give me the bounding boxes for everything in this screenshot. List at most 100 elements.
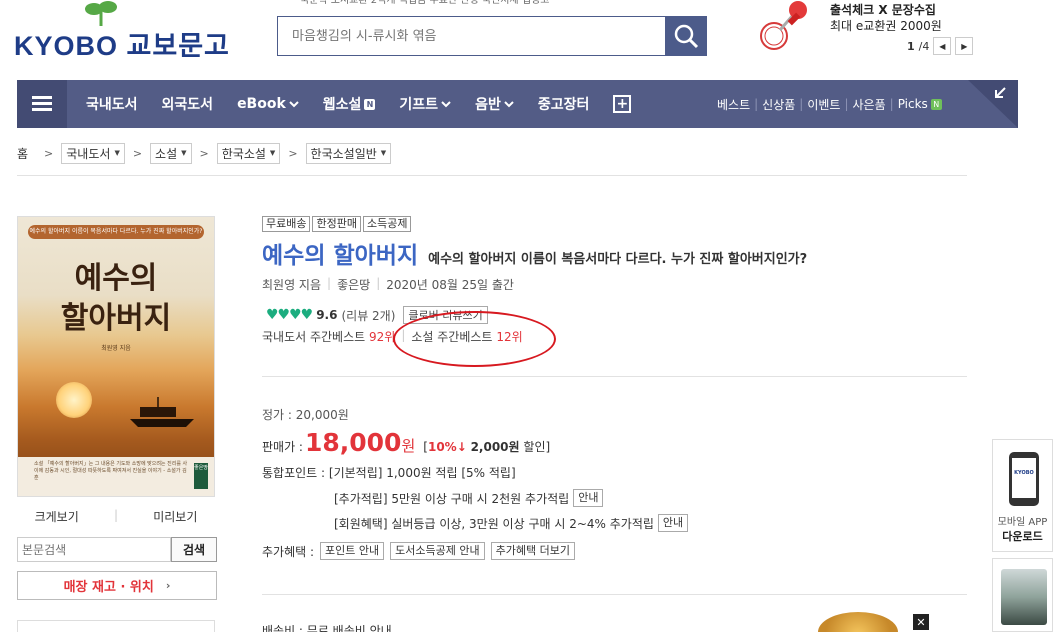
close-icon: ✕ (916, 615, 926, 629)
breadcrumb-dropdown-general[interactable]: 한국소설일반 ▼ (305, 142, 392, 164)
stamp-icon[interactable] (758, 0, 814, 52)
kyobo-logo[interactable]: KYOBO 교보문고 (14, 0, 229, 61)
heart-rating-icon: ♥♥♥♥ (266, 307, 313, 323)
rating-score: 9.6 (316, 308, 338, 322)
cover-view-links: 크게보기 | 미리보기 (34, 508, 198, 525)
chevron-right-icon: › (165, 579, 171, 592)
breadcrumb-dropdown-domestic[interactable]: 국내도서 ▼ (61, 142, 125, 164)
app-download-label: 모바일 APP 다운로드 (997, 517, 1048, 543)
search-button[interactable] (665, 16, 707, 56)
inbook-search-button[interactable]: 검색 (171, 537, 217, 562)
breadcrumb-home[interactable]: 홈 (17, 145, 28, 162)
mobile-app-download[interactable]: KYOBO 모바일 APP 다운로드 (992, 439, 1053, 552)
menu-button[interactable] (17, 80, 67, 128)
points-basic: [기본적립] 1,000원 적립 [5% 적립] (328, 466, 516, 480)
arrow-collapse-icon (995, 87, 1006, 98)
new-badge: N (930, 98, 942, 110)
top-links[interactable]: 국문학 도서교환 2억개 적립금 무료반 안정 국민처세 법칭고 (300, 0, 720, 8)
pub-date: 2020년 08월 25일 출간 (386, 278, 514, 292)
close-banner-button[interactable]: ✕ (913, 614, 929, 630)
cover-author: 최원영 지음 (101, 345, 131, 352)
points-member-info-button[interactable]: 안내 (657, 514, 689, 532)
nav-item-foreign-books[interactable]: 외국도서 (150, 94, 226, 114)
nav-link-new[interactable]: 신상품 (762, 96, 795, 113)
more-benefits-button[interactable]: 추가혜택 더보기 (490, 542, 575, 560)
pager-prev-button[interactable]: ◀ (933, 37, 952, 55)
leaf-logo-icon (85, 1, 117, 26)
breadcrumb-dropdown-korean-novel[interactable]: 한국소설 ▼ (216, 142, 281, 164)
promo-banner[interactable]: 출석체크 X 문장수집 최대 e교환권 2000원 (830, 2, 970, 34)
publisher-link[interactable]: 좋은땅 (337, 276, 370, 293)
nav-item-used-market[interactable]: 중고장터 (526, 94, 602, 114)
nav-item-gift[interactable]: 기프트 (387, 94, 463, 114)
cover-title: 예수의 할아버지 (60, 261, 172, 336)
tag-limited: 한정판매 (312, 216, 361, 232)
nav-link-best[interactable]: 베스트 (717, 96, 750, 113)
boat-illustration (130, 397, 194, 427)
breadcrumb-dropdown-novel[interactable]: 소설 ▼ (150, 142, 192, 164)
search-icon (674, 24, 699, 49)
zoom-link[interactable]: 크게보기 (35, 508, 79, 525)
review-count[interactable]: (리뷰 2개) (341, 307, 395, 324)
pager-next-button[interactable]: ▶ (955, 37, 974, 55)
nav-add-button[interactable]: + (601, 95, 643, 113)
nav-item-music[interactable]: 음반 (463, 94, 526, 114)
pager-total: /4 (918, 39, 930, 53)
hamburger-icon (32, 96, 52, 112)
book-title: 예수의 할아버지 (262, 243, 419, 269)
caret-down-icon: ▼ (114, 149, 120, 157)
highlight-oval (393, 311, 556, 367)
tag-free-shipping: 무료배송 (262, 216, 311, 232)
search-input[interactable] (278, 17, 666, 55)
sale-price-row: 판매가 : 18,000 원 [10%↓ 2,000원 할인] (262, 428, 551, 457)
divider (262, 376, 967, 377)
cover-sun-illustration (56, 382, 92, 418)
nav-items: 국내도서 외국도서 eBook 웹소설 N 기프트 음반 중고장터 + (74, 80, 643, 128)
search-field[interactable] (277, 16, 667, 56)
chevron-down-icon (441, 101, 451, 108)
points-extra-row: [추가적립] 5만원 이상 구매 시 2천원 추가적립 안내 (334, 489, 604, 507)
coin-banner-image[interactable] (818, 612, 898, 632)
promo-pager: 1/4 ◀ ▶ (907, 36, 974, 56)
preview-link[interactable]: 미리보기 (153, 508, 197, 525)
cover-top-caption: 예수의 할아버지 이름이 복음서마다 다르다. 누가 진짜 할아버지인가? (28, 225, 204, 239)
nav-item-web-novel[interactable]: 웹소설 N (311, 94, 388, 114)
tax-deduction-guide-button[interactable]: 도서소득공제 안내 (390, 542, 485, 560)
list-price-row: 정가 : 20,000원 (262, 408, 349, 422)
chevron-down-icon (504, 101, 514, 108)
author-link[interactable]: 최원영 지음 (262, 276, 321, 293)
divider (17, 175, 967, 176)
inbook-search-field[interactable] (17, 537, 171, 562)
cover-blurb: 소설 「예수의 할아버지」는 그 내용은 기도와 소망에 맞으려는 진리를 사이… (34, 461, 188, 481)
discount-info: [10%↓ 2,000원 할인] (423, 440, 551, 454)
inbook-search-input[interactable] (18, 538, 170, 561)
side-ad-thumbnail[interactable] (992, 558, 1053, 632)
tag-tax-deduction: 소득공제 (362, 216, 412, 232)
nav-link-picks[interactable]: Picks (898, 97, 928, 111)
nav-link-gift[interactable]: 사은품 (853, 96, 886, 113)
sale-price: 18,000 (304, 428, 402, 457)
points-row: 통합포인트 : [기본적립] 1,000원 적립 [5% 적립] (262, 466, 516, 480)
shipping-row: 배송비 : 무료 배송비 안내 (262, 624, 392, 632)
plus-icon: + (613, 95, 632, 113)
store-stock-button[interactable]: 매장 재고 · 위치 › (17, 571, 217, 600)
divider (262, 594, 967, 595)
points-guide-button[interactable]: 포인트 안내 (320, 542, 385, 560)
pager-current: 1 (907, 39, 915, 53)
title-row: 예수의 할아버지 예수의 할아버지 이름이 복음서마다 다르다. 누가 진짜 할… (262, 236, 807, 270)
book-meta: 최원영 지음 | 좋은땅 | 2020년 08월 25일 출간 (262, 276, 514, 293)
phone-icon: KYOBO (1009, 452, 1039, 506)
product-tags: 무료배송 한정판매 소득공제 (262, 216, 412, 232)
logo-text: KYOBO 교보문고 (14, 31, 230, 61)
nav-link-event[interactable]: 이벤트 (807, 96, 840, 113)
nav-item-ebook[interactable]: eBook (225, 96, 311, 112)
points-member-row: [회원혜택] 실버등급 이상, 3만원 이상 구매 시 2~4% 추가적립 안내 (334, 514, 689, 532)
rank-domestic[interactable]: 국내도서 주간베스트 92위 (262, 328, 395, 345)
publisher-logo: 좋은땅 (194, 463, 208, 489)
points-extra-info-button[interactable]: 안내 (573, 489, 604, 507)
list-price: 20,000원 (295, 408, 349, 422)
chevron-right-icon: > (132, 146, 143, 160)
nav-item-domestic-books[interactable]: 국내도서 (74, 94, 150, 114)
chevron-right-icon: > (199, 146, 209, 160)
book-cover[interactable]: 예수의 할아버지 이름이 복음서마다 다르다. 누가 진짜 할아버지인가? 예수… (17, 216, 215, 497)
